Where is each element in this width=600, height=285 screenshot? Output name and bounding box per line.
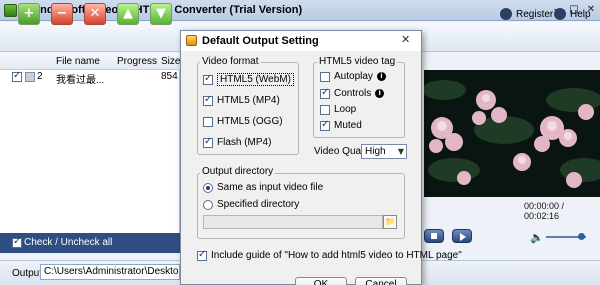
autoplay-option[interactable]: Autoplay i [320, 71, 386, 82]
format-flash-checkbox[interactable] [203, 136, 213, 148]
dialog-close-button[interactable]: ✕ [401, 33, 410, 46]
app-icon [4, 4, 17, 17]
format-ogg-checkbox[interactable] [203, 116, 213, 127]
add-file-button[interactable]: + [18, 3, 40, 25]
column-size[interactable]: Size [161, 56, 180, 67]
video-quality-select[interactable]: High ▼ [361, 144, 407, 159]
volume-slider-handle[interactable] [578, 233, 585, 240]
check-all-checkbox[interactable] [12, 236, 22, 248]
muted-option[interactable]: Muted [320, 119, 362, 131]
cancel-button[interactable]: Cancel [355, 277, 407, 285]
video-quality-value: High [365, 146, 386, 157]
include-guide-option[interactable]: Include guide of "How to add html5 video… [197, 249, 462, 261]
specified-directory-radio[interactable] [203, 199, 213, 210]
format-mp4-option[interactable]: HTML5 (MP4) [203, 94, 280, 106]
help-label: Help [570, 8, 591, 20]
settings-icon [186, 35, 197, 46]
same-as-input-option[interactable]: Same as input video file [203, 182, 323, 193]
format-webm-checkbox[interactable] [203, 73, 213, 85]
muted-checkbox[interactable] [320, 119, 330, 131]
muted-label: Muted [334, 120, 362, 131]
same-as-input-radio[interactable] [203, 182, 213, 193]
output-directory-label: Output directory [200, 166, 276, 177]
play-icon [460, 233, 466, 241]
folder-icon: 📁 [385, 217, 395, 226]
loop-checkbox[interactable] [320, 104, 330, 115]
register-icon [500, 8, 512, 20]
table-row[interactable]: 2 我看过最... 854 [2, 70, 180, 86]
browse-folder-button[interactable]: 📁 [383, 215, 397, 229]
format-webm-option[interactable]: HTML5 (WebM) [203, 73, 294, 86]
column-progress[interactable]: Progress [117, 56, 157, 67]
format-flash-option[interactable]: Flash (MP4) [203, 136, 272, 148]
flowers-image [424, 70, 600, 197]
video-preview [424, 70, 600, 197]
column-file-name[interactable]: File name [56, 56, 100, 67]
output-label: Output [12, 268, 43, 279]
info-icon[interactable]: i [376, 72, 386, 81]
autoplay-label: Autoplay [334, 71, 373, 82]
autoplay-checkbox[interactable] [320, 71, 330, 82]
video-thumbnail-icon [25, 72, 35, 82]
clear-list-button[interactable]: ✕ [84, 3, 106, 25]
move-down-button[interactable]: ▼ [150, 3, 172, 25]
specified-directory-label: Specified directory [217, 199, 300, 210]
row-file-name: 我看过最... [56, 75, 105, 86]
loop-option[interactable]: Loop [320, 104, 356, 115]
remove-file-button[interactable]: − [51, 3, 73, 25]
row-size: 854 [161, 71, 178, 82]
loop-label: Loop [334, 104, 357, 115]
same-as-input-label: Same as input video file [217, 182, 324, 193]
arrow-up-icon: ▲ [123, 6, 133, 21]
move-up-button[interactable]: ▲ [117, 3, 139, 25]
row-checkbox[interactable] [12, 70, 22, 82]
row-index: 2 [37, 71, 43, 82]
format-mp4-checkbox[interactable] [203, 94, 213, 106]
help-link[interactable]: Help [554, 8, 591, 20]
add-icon: + [23, 6, 35, 21]
delete-icon: ✕ [89, 6, 101, 21]
format-ogg-label: HTML5 (OGG) [217, 116, 283, 127]
format-flash-label: Flash (MP4) [217, 137, 272, 148]
include-guide-checkbox[interactable] [197, 249, 207, 261]
stop-button[interactable] [424, 229, 444, 243]
time-readout: 00:00:00 / 00:02:16 [524, 201, 565, 221]
stop-icon [431, 233, 437, 239]
help-icon [554, 8, 566, 20]
info-icon[interactable]: i [375, 89, 385, 98]
video-tag-label: HTML5 video tag [317, 56, 398, 67]
arrow-down-icon: ▼ [156, 6, 166, 21]
play-button[interactable] [452, 229, 472, 243]
ok-button[interactable]: OK [295, 277, 347, 285]
format-mp4-label: HTML5 (MP4) [217, 95, 280, 106]
remove-icon: − [56, 6, 68, 21]
include-guide-label: Include guide of "How to add html5 video… [211, 250, 462, 261]
controls-label: Controls [334, 88, 372, 99]
format-webm-label: HTML5 (WebM) [217, 73, 294, 86]
specified-directory-option[interactable]: Specified directory [203, 199, 299, 210]
output-path-field[interactable]: C:\Users\Administrator\Desktop\截图\测 [40, 264, 180, 280]
format-ogg-option[interactable]: HTML5 (OGG) [203, 116, 283, 127]
register-link[interactable]: Register [500, 8, 553, 20]
video-format-label: Video format [200, 56, 261, 67]
volume-icon[interactable]: 🔈 [530, 231, 544, 244]
controls-checkbox[interactable] [320, 87, 330, 99]
controls-option[interactable]: Controls i [320, 87, 385, 99]
directory-path-field[interactable] [203, 215, 383, 229]
register-label: Register [516, 8, 554, 20]
dialog-title: Default Output Setting [202, 35, 319, 47]
chevron-down-icon: ▼ [397, 147, 404, 156]
check-all-label[interactable]: Check / Uncheck all [24, 237, 112, 248]
